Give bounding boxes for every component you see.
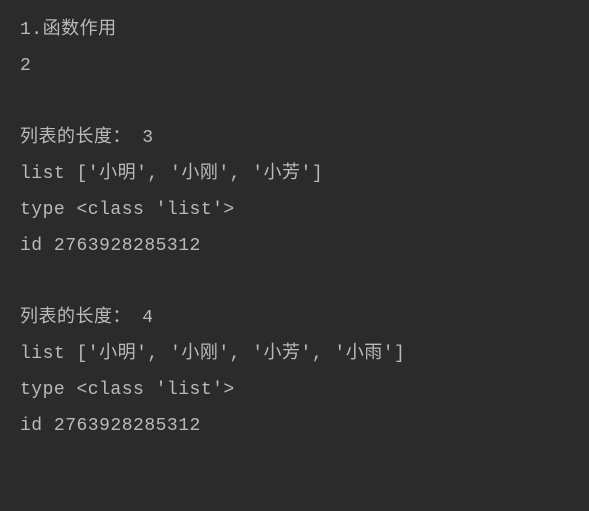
- console-output-line: list ['小明', '小刚', '小芳', '小雨']: [20, 336, 569, 372]
- console-blank-line: [20, 264, 569, 300]
- console-output-line: 1.函数作用: [20, 12, 569, 48]
- console-output-line: id 2763928285312: [20, 408, 569, 444]
- console-blank-line: [20, 84, 569, 120]
- console-output-line: type <class 'list'>: [20, 372, 569, 408]
- console-output-line: type <class 'list'>: [20, 192, 569, 228]
- console-output-line: 列表的长度： 3: [20, 120, 569, 156]
- console-output-line: id 2763928285312: [20, 228, 569, 264]
- console-output-line: 列表的长度： 4: [20, 300, 569, 336]
- console-output-line: list ['小明', '小刚', '小芳']: [20, 156, 569, 192]
- console-output-line: 2: [20, 48, 569, 84]
